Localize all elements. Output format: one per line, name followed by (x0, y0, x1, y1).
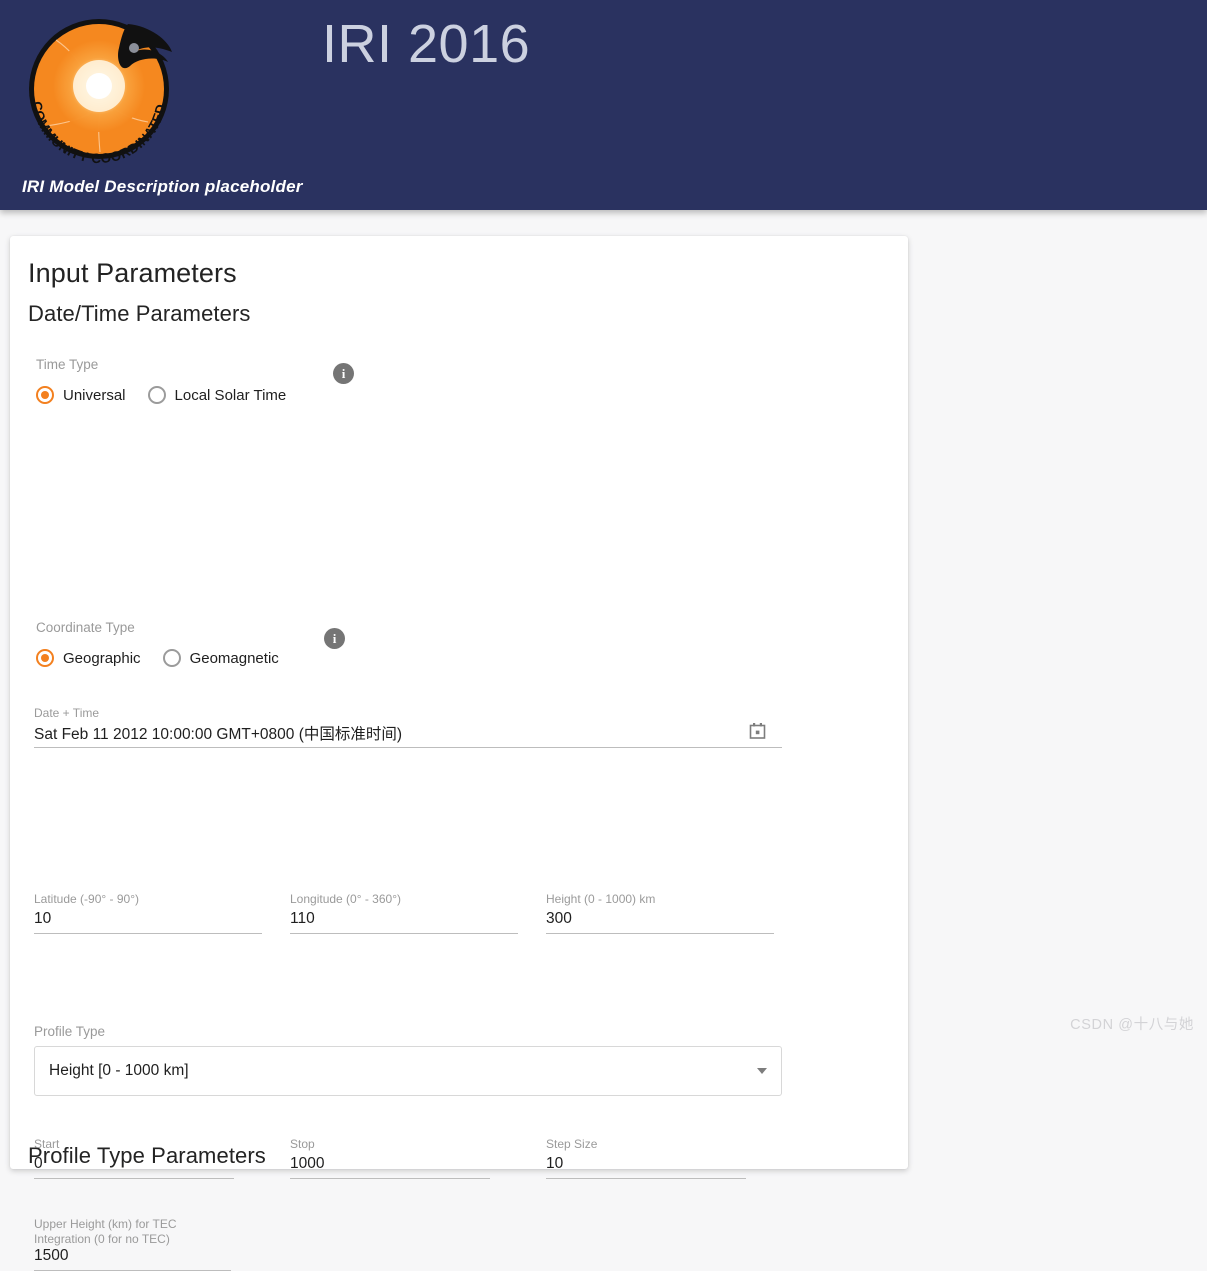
latitude-input[interactable] (34, 907, 262, 934)
tec-upper-height-label: Upper Height (km) for TEC Integration (0… (34, 1217, 231, 1247)
ccmc-sun-logo[interactable]: COMMUNITY COORDINATED MODELING CENTER (16, 6, 182, 172)
info-icon-coordinate-type[interactable]: i (324, 628, 345, 649)
latitude-field: Latitude (-90° - 90°) (34, 892, 262, 934)
input-parameters-card: Input Parameters Date/Time Parameters Ti… (10, 236, 908, 1169)
stop-input[interactable] (290, 1152, 490, 1179)
longitude-input[interactable] (290, 907, 518, 934)
height-field: Height (0 - 1000) km (546, 892, 774, 934)
tec-upper-height-input[interactable] (34, 1247, 231, 1271)
model-description: IRI Model Description placeholder (22, 177, 303, 197)
tec-upper-height-field: Upper Height (km) for TEC Integration (0… (34, 1217, 231, 1271)
datetime-label: Date + Time (34, 706, 782, 721)
site-header: COMMUNITY COORDINATED MODELING CENTER IR… (0, 0, 1207, 210)
longitude-field: Longitude (0° - 360°) (290, 892, 518, 934)
coordinate-type-group: Coordinate Type i Geographic Geomagnetic (36, 620, 908, 667)
start-input[interactable] (34, 1152, 234, 1179)
time-type-label: Time Type (36, 357, 908, 373)
radio-label: Geomagnetic (190, 650, 279, 667)
latitude-label: Latitude (-90° - 90°) (34, 892, 262, 907)
step-size-label: Step Size (546, 1137, 746, 1152)
radio-dot-icon (163, 649, 181, 667)
longitude-label: Longitude (0° - 360°) (290, 892, 518, 907)
step-size-field: Step Size (546, 1137, 746, 1179)
radio-label: Universal (63, 387, 126, 404)
watermark: CSDN @十八与她 (1070, 1013, 1194, 1034)
radio-coordinate-geomagnetic[interactable]: Geomagnetic (163, 649, 279, 667)
radio-label: Local Solar Time (175, 387, 287, 404)
profile-type-field: Profile Type Height [0 - 1000 km] (34, 1024, 782, 1096)
section-heading-datetime: Date/Time Parameters (28, 301, 908, 327)
chevron-down-icon (757, 1068, 767, 1074)
datetime-field: Date + Time (34, 706, 782, 748)
info-icon-time-type[interactable]: i (333, 363, 354, 384)
height-input[interactable] (546, 907, 774, 934)
radio-coordinate-geographic[interactable]: Geographic (36, 649, 141, 667)
calendar-icon[interactable] (749, 722, 766, 739)
profile-type-label: Profile Type (34, 1024, 782, 1040)
radio-label: Geographic (63, 650, 141, 667)
radio-dot-icon (148, 386, 166, 404)
coordinate-type-label: Coordinate Type (36, 620, 908, 636)
stop-field: Stop (290, 1137, 490, 1179)
radio-time-type-universal[interactable]: Universal (36, 386, 126, 404)
profile-type-value: Height [0 - 1000 km] (49, 1062, 757, 1080)
radio-dot-icon (36, 386, 54, 404)
profile-type-select[interactable]: Height [0 - 1000 km] (34, 1046, 782, 1096)
time-type-group: Time Type i Universal Local Solar Time (36, 357, 908, 404)
start-field: Start (34, 1137, 234, 1179)
card-title: Input Parameters (28, 258, 908, 289)
radio-dot-icon (36, 649, 54, 667)
start-label: Start (34, 1137, 234, 1152)
stop-label: Stop (290, 1137, 490, 1152)
radio-time-type-local-solar[interactable]: Local Solar Time (148, 386, 287, 404)
step-size-input[interactable] (546, 1152, 746, 1179)
height-label: Height (0 - 1000) km (546, 892, 774, 907)
datetime-input[interactable] (34, 721, 782, 748)
page-title: IRI 2016 (322, 12, 530, 76)
